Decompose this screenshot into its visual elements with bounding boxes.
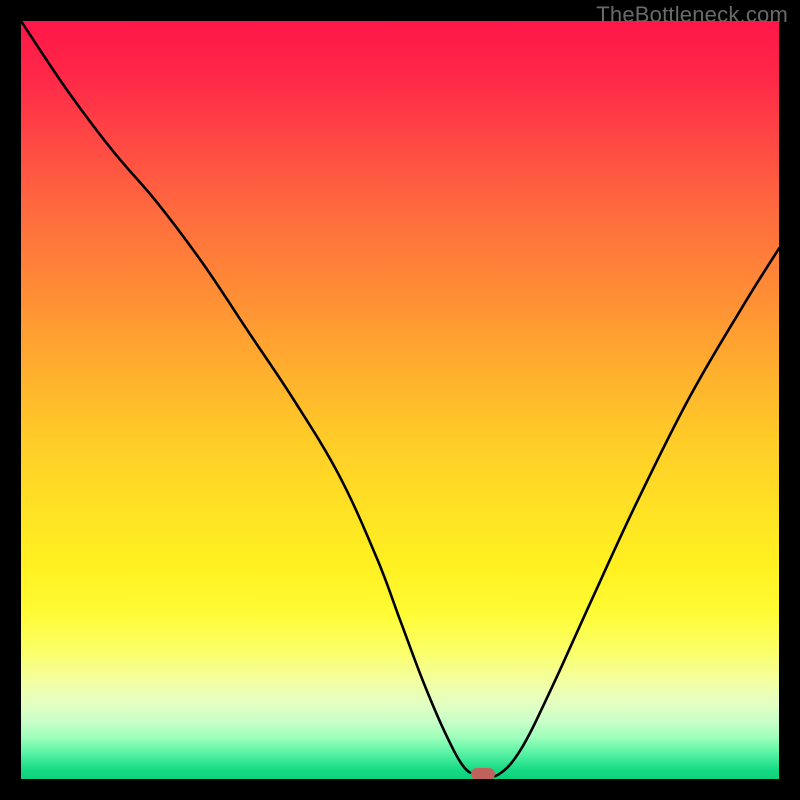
watermark-text: TheBottleneck.com — [596, 2, 788, 28]
chart-stage: TheBottleneck.com — [0, 0, 800, 800]
optimal-point-marker — [471, 768, 495, 779]
bottleneck-curve — [21, 21, 779, 779]
plot-area — [21, 21, 779, 779]
curve-path — [21, 21, 779, 777]
